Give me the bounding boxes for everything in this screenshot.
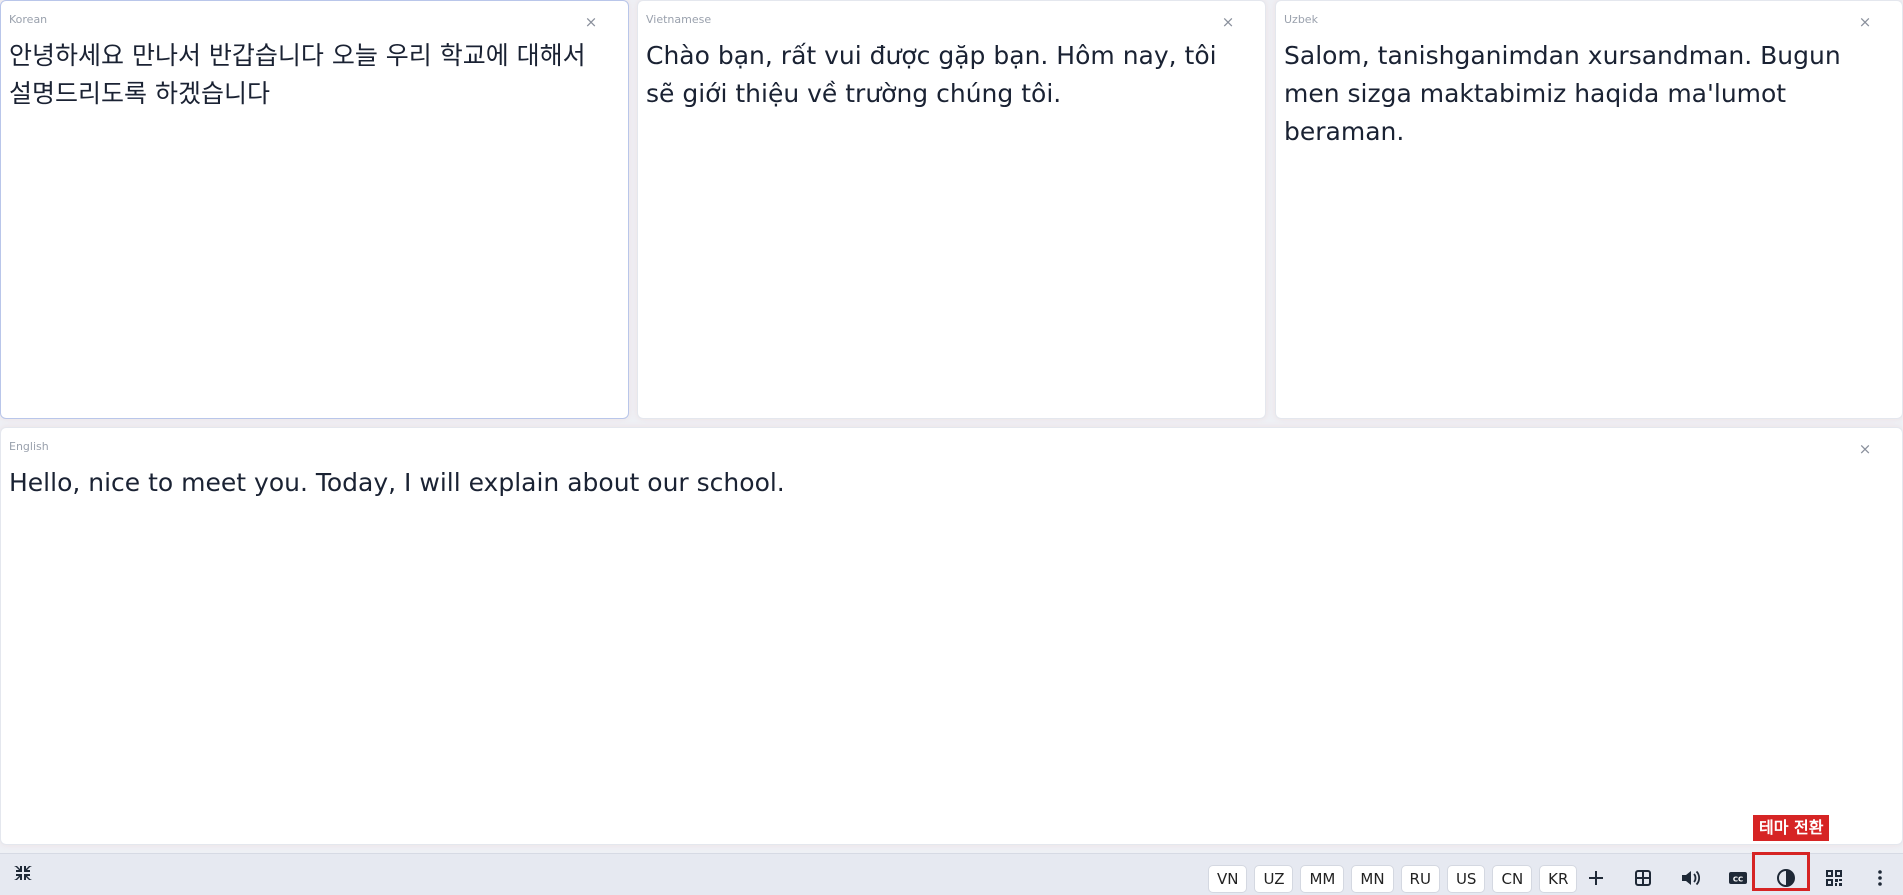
language-button-group: VN UZ MM MN RU US CN KR <box>1208 865 1578 893</box>
lang-button-uz[interactable]: UZ <box>1254 865 1294 893</box>
panel-language-label: English <box>9 440 49 453</box>
close-icon[interactable]: × <box>584 15 598 30</box>
panel-text[interactable]: 안녕하세요 만나서 반갑습니다 오늘 우리 학교에 대해서 설명드리도록 하겠습… <box>9 37 598 113</box>
panel-text[interactable]: Salom, tanishganimdan xursandman. Bugun … <box>1284 37 1872 151</box>
theme-toggle-highlight <box>1752 852 1810 891</box>
lang-button-vn[interactable]: VN <box>1208 865 1248 893</box>
plus-icon[interactable] <box>1586 868 1606 888</box>
theme-toggle-tooltip: 테마 전환 <box>1753 815 1830 841</box>
panel-language-label: Vietnamese <box>646 13 712 26</box>
lang-button-kr[interactable]: KR <box>1539 865 1578 893</box>
volume-icon[interactable] <box>1680 868 1701 888</box>
lang-button-mn[interactable]: MN <box>1351 865 1394 893</box>
collapse-icon[interactable] <box>12 862 34 884</box>
close-icon[interactable]: × <box>1221 15 1235 30</box>
lang-button-ru[interactable]: RU <box>1400 865 1440 893</box>
more-vertical-icon[interactable] <box>1870 868 1890 888</box>
lang-button-us[interactable]: US <box>1446 865 1486 893</box>
lang-button-mm[interactable]: MM <box>1300 865 1345 893</box>
bottom-toolbar: VN UZ MM MN RU US CN KR CC <box>0 853 1903 895</box>
panel-language-label: Korean <box>9 13 48 26</box>
english-panel[interactable]: English × Hello, nice to meet you. Today… <box>0 427 1903 845</box>
qr-code-icon[interactable] <box>1824 868 1844 888</box>
close-icon[interactable]: × <box>1858 15 1872 30</box>
panel-language-label: Uzbek <box>1284 13 1318 26</box>
uzbek-panel[interactable]: Uzbek × Salom, tanishganimdan xursandman… <box>1275 0 1903 419</box>
closed-caption-icon[interactable]: CC <box>1728 868 1748 888</box>
translation-app: Korean × 안녕하세요 만나서 반갑습니다 오늘 우리 학교에 대해서 설… <box>0 0 1903 895</box>
vietnamese-panel[interactable]: Vietnamese × Chào bạn, rất vui được gặp … <box>637 0 1266 419</box>
close-icon[interactable]: × <box>1858 442 1872 457</box>
korean-panel[interactable]: Korean × 안녕하세요 만나서 반갑습니다 오늘 우리 학교에 대해서 설… <box>0 0 629 419</box>
panel-text[interactable]: Chào bạn, rất vui được gặp bạn. Hôm nay,… <box>646 37 1235 113</box>
svg-text:CC: CC <box>1733 876 1743 884</box>
lang-button-cn[interactable]: CN <box>1492 865 1533 893</box>
panel-text[interactable]: Hello, nice to meet you. Today, I will e… <box>9 464 1872 502</box>
grid-icon[interactable] <box>1633 868 1653 888</box>
